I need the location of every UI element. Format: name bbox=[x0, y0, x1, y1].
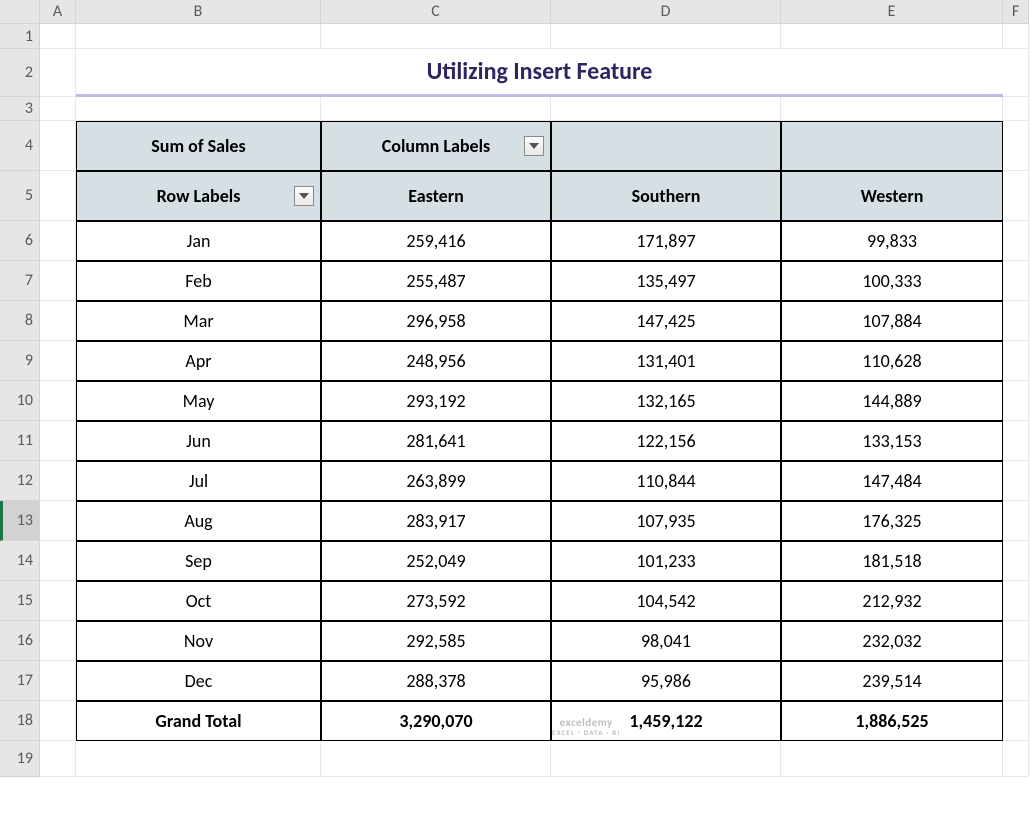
watermark: exceldemy EXCEL · DATA · BI bbox=[552, 717, 620, 736]
pivot-value[interactable]: 107,884 bbox=[781, 301, 1003, 341]
pivot-row-label[interactable]: Mar bbox=[76, 301, 321, 341]
pivot-row-label[interactable]: Nov bbox=[76, 621, 321, 661]
pivot-value[interactable]: 273,592 bbox=[321, 581, 551, 621]
pivot-header-blank bbox=[551, 121, 781, 171]
pivot-col-southern: Southern bbox=[551, 171, 781, 221]
pivot-row-label[interactable]: Jul bbox=[76, 461, 321, 501]
row-header[interactable]: 7 bbox=[0, 261, 40, 301]
dropdown-icon[interactable] bbox=[524, 136, 544, 156]
pivot-value[interactable]: 132,165 bbox=[551, 381, 781, 421]
select-all-corner[interactable] bbox=[0, 0, 40, 24]
page-title: Utilizing Insert Feature bbox=[76, 49, 1003, 97]
col-header-F[interactable]: F bbox=[1003, 0, 1029, 24]
pivot-value[interactable]: 98,041 bbox=[551, 621, 781, 661]
col-header-B[interactable]: B bbox=[76, 0, 321, 24]
row-header[interactable]: 8 bbox=[0, 301, 40, 341]
pivot-value[interactable]: 292,585 bbox=[321, 621, 551, 661]
col-header-E[interactable]: E bbox=[781, 0, 1003, 24]
row-header[interactable]: 6 bbox=[0, 221, 40, 261]
watermark-brand: exceldemy bbox=[560, 717, 613, 728]
pivot-value[interactable]: 263,899 bbox=[321, 461, 551, 501]
row-header[interactable]: 16 bbox=[0, 621, 40, 661]
pivot-row-label[interactable]: Apr bbox=[76, 341, 321, 381]
pivot-grand-total[interactable]: 1,886,525 bbox=[781, 701, 1003, 741]
pivot-row-label[interactable]: May bbox=[76, 381, 321, 421]
pivot-value[interactable]: 110,844 bbox=[551, 461, 781, 501]
pivot-col-western: Western bbox=[781, 171, 1003, 221]
pivot-value[interactable]: 293,192 bbox=[321, 381, 551, 421]
pivot-value[interactable]: 131,401 bbox=[551, 341, 781, 381]
pivot-grand-total[interactable]: 1,459,122 exceldemy EXCEL · DATA · BI bbox=[551, 701, 781, 741]
pivot-value[interactable]: 176,325 bbox=[781, 501, 1003, 541]
pivot-value[interactable]: 239,514 bbox=[781, 661, 1003, 701]
pivot-row-label[interactable]: Feb bbox=[76, 261, 321, 301]
pivot-value[interactable]: 255,487 bbox=[321, 261, 551, 301]
col-header-D[interactable]: D bbox=[551, 0, 781, 24]
dropdown-icon[interactable] bbox=[294, 186, 314, 206]
pivot-value[interactable]: 171,897 bbox=[551, 221, 781, 261]
pivot-value[interactable]: 104,542 bbox=[551, 581, 781, 621]
pivot-value[interactable]: 248,956 bbox=[321, 341, 551, 381]
row-header[interactable]: 3 bbox=[0, 97, 40, 121]
pivot-value[interactable]: 283,917 bbox=[321, 501, 551, 541]
pivot-row-label[interactable]: Dec bbox=[76, 661, 321, 701]
pivot-value[interactable]: 259,416 bbox=[321, 221, 551, 261]
pivot-column-labels[interactable]: Column Labels bbox=[321, 121, 551, 171]
pivot-col-eastern: Eastern bbox=[321, 171, 551, 221]
row-header[interactable]: 9 bbox=[0, 341, 40, 381]
pivot-value[interactable]: 212,932 bbox=[781, 581, 1003, 621]
pivot-value[interactable]: 144,889 bbox=[781, 381, 1003, 421]
watermark-tagline: EXCEL · DATA · BI bbox=[552, 729, 620, 736]
row-header[interactable]: 19 bbox=[0, 741, 40, 777]
spreadsheet-grid: A B C D E F 1 2 Utilizing Insert Feature… bbox=[0, 0, 1030, 777]
row-header[interactable]: 15 bbox=[0, 581, 40, 621]
pivot-value[interactable]: 147,425 bbox=[551, 301, 781, 341]
row-header[interactable]: 11 bbox=[0, 421, 40, 461]
pivot-column-labels-text: Column Labels bbox=[382, 135, 490, 157]
row-header[interactable]: 1 bbox=[0, 24, 40, 49]
pivot-value[interactable]: 296,958 bbox=[321, 301, 551, 341]
row-header[interactable]: 18 bbox=[0, 701, 40, 741]
pivot-header-blank bbox=[781, 121, 1003, 171]
pivot-row-label[interactable]: Sep bbox=[76, 541, 321, 581]
pivot-value[interactable]: 252,049 bbox=[321, 541, 551, 581]
pivot-grand-total[interactable]: 3,290,070 bbox=[321, 701, 551, 741]
row-header[interactable]: 17 bbox=[0, 661, 40, 701]
grand-total-value: 3,290,070 bbox=[399, 710, 472, 732]
pivot-row-label[interactable]: Jun bbox=[76, 421, 321, 461]
pivot-row-label[interactable]: Jan bbox=[76, 221, 321, 261]
pivot-value[interactable]: 122,156 bbox=[551, 421, 781, 461]
pivot-row-labels[interactable]: Row Labels bbox=[76, 171, 321, 221]
pivot-grand-total-label[interactable]: Grand Total bbox=[76, 701, 321, 741]
pivot-value[interactable]: 133,153 bbox=[781, 421, 1003, 461]
col-header-C[interactable]: C bbox=[321, 0, 551, 24]
pivot-value[interactable]: 99,833 bbox=[781, 221, 1003, 261]
pivot-row-labels-text: Row Labels bbox=[157, 185, 241, 207]
pivot-value[interactable]: 100,333 bbox=[781, 261, 1003, 301]
row-header[interactable]: 4 bbox=[0, 121, 40, 171]
pivot-value[interactable]: 288,378 bbox=[321, 661, 551, 701]
col-header-A[interactable]: A bbox=[40, 0, 76, 24]
pivot-value[interactable]: 107,935 bbox=[551, 501, 781, 541]
pivot-value[interactable]: 281,641 bbox=[321, 421, 551, 461]
pivot-value[interactable]: 101,233 bbox=[551, 541, 781, 581]
row-header[interactable]: 14 bbox=[0, 541, 40, 581]
pivot-sum-field: Sum of Sales bbox=[76, 121, 321, 171]
pivot-value[interactable]: 232,032 bbox=[781, 621, 1003, 661]
pivot-value[interactable]: 110,628 bbox=[781, 341, 1003, 381]
row-header[interactable]: 10 bbox=[0, 381, 40, 421]
pivot-value[interactable]: 135,497 bbox=[551, 261, 781, 301]
pivot-row-label[interactable]: Oct bbox=[76, 581, 321, 621]
row-header[interactable]: 2 bbox=[0, 49, 40, 97]
pivot-value[interactable]: 95,986 bbox=[551, 661, 781, 701]
row-header[interactable]: 12 bbox=[0, 461, 40, 501]
grand-total-value: 1,459,122 bbox=[629, 710, 702, 732]
row-header[interactable]: 13 bbox=[0, 501, 40, 541]
pivot-row-label[interactable]: Aug bbox=[76, 501, 321, 541]
pivot-value[interactable]: 181,518 bbox=[781, 541, 1003, 581]
row-header[interactable]: 5 bbox=[0, 171, 40, 221]
pivot-value[interactable]: 147,484 bbox=[781, 461, 1003, 501]
